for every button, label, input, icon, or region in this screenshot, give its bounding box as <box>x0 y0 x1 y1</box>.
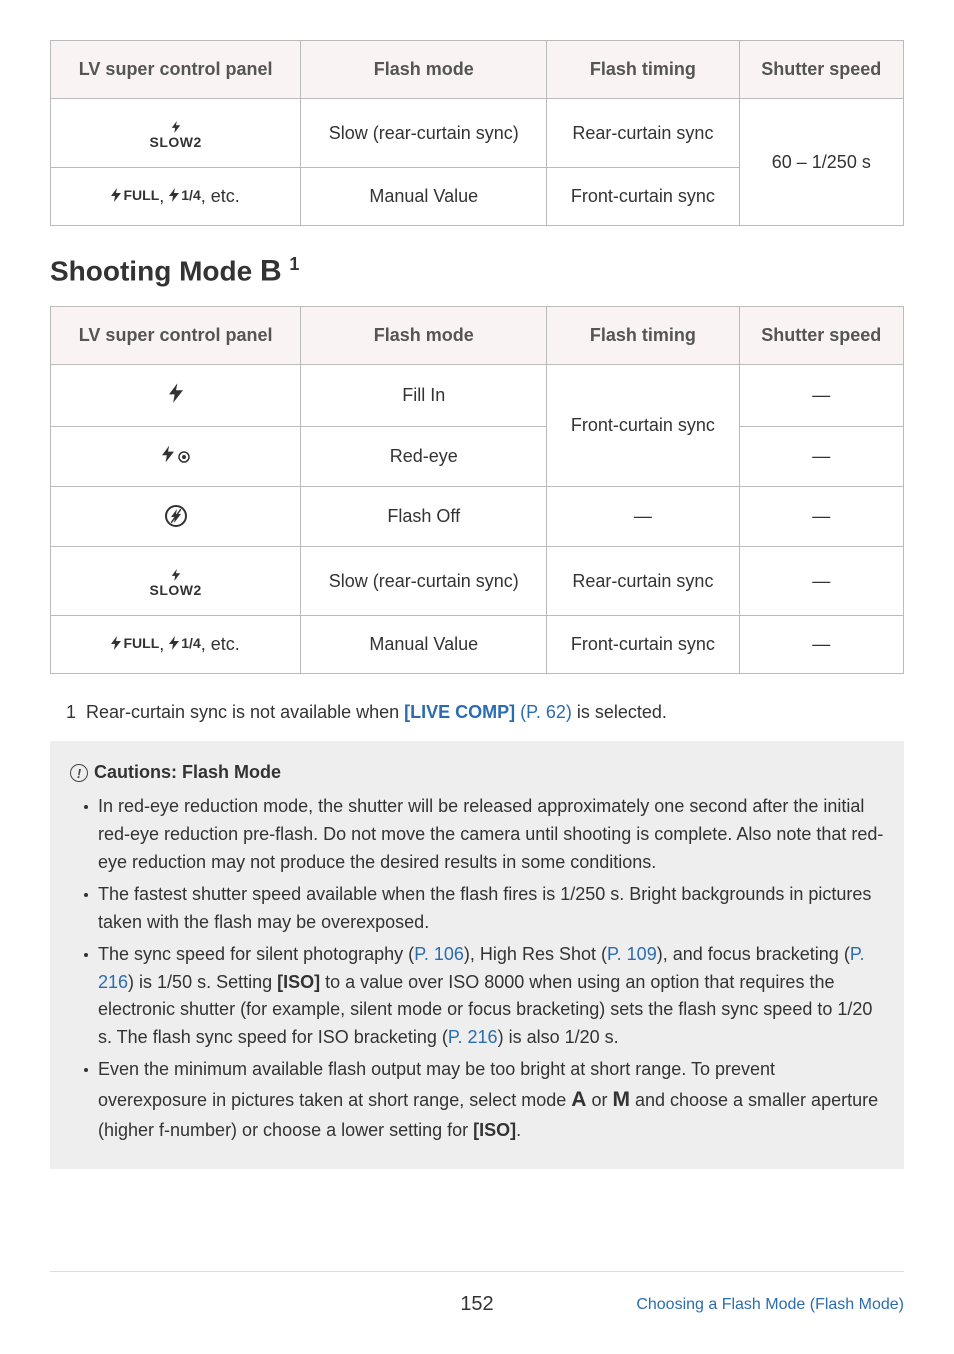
flash-table-1: LV super control panel Flash mode Flash … <box>50 40 904 226</box>
slow2-icon: SLOW2 <box>149 569 201 597</box>
mode-letter: B <box>260 254 282 287</box>
caution-item: Even the minimum available flash output … <box>84 1056 884 1144</box>
flash-timing-cell: Front-curtain sync <box>547 365 739 487</box>
col-header: Flash mode <box>301 307 547 365</box>
table-row: SLOW2 Slow (rear-curtain sync) Rear-curt… <box>51 547 904 616</box>
footnote-ref: 1 <box>289 254 299 274</box>
flash-mode-cell: Slow (rear-curtain sync) <box>301 99 547 168</box>
shutter-speed-cell: — <box>739 365 903 427</box>
iso-label: [ISO] <box>473 1120 516 1140</box>
col-header: Shutter speed <box>739 307 903 365</box>
bolt-quarter-icon: 1/4 <box>169 187 200 203</box>
flash-mode-cell: Flash Off <box>301 487 547 547</box>
redeye-icon <box>162 445 190 463</box>
panel-icon-cell <box>51 365 301 427</box>
panel-icon-cell: SLOW2 <box>51 547 301 616</box>
table-row: SLOW2 Slow (rear-curtain sync) Rear-curt… <box>51 99 904 168</box>
section-heading: Shooting Mode B 1 <box>50 254 904 288</box>
bolt-full-icon: FULL <box>111 635 159 651</box>
flash-mode-cell: Manual Value <box>301 168 547 226</box>
mode-m: M <box>612 1088 630 1111</box>
etc-text: , etc. <box>201 634 240 654</box>
bolt-full-icon: FULL <box>111 187 159 203</box>
iso-label: [ISO] <box>277 972 320 992</box>
table-row: Fill In Front-curtain sync — <box>51 365 904 427</box>
panel-icon-cell: FULL , 1/4 , etc. <box>51 168 301 226</box>
footnote-text: Rear-curtain sync is not available when … <box>86 702 667 723</box>
table-header-row: LV super control panel Flash mode Flash … <box>51 41 904 99</box>
flash-mode-cell: Manual Value <box>301 616 547 674</box>
bolt-icon <box>169 387 183 407</box>
panel-icon-cell <box>51 487 301 547</box>
col-header: Shutter speed <box>739 41 903 99</box>
cautions-box: ! Cautions: Flash Mode In red-eye reduct… <box>50 741 904 1168</box>
caution-item: The fastest shutter speed available when… <box>84 881 884 937</box>
footer-divider <box>50 1271 904 1272</box>
flash-off-icon <box>165 505 187 527</box>
shutter-speed-cell: — <box>739 547 903 616</box>
panel-icon-cell: FULL , 1/4 , etc. <box>51 616 301 674</box>
live-comp-page-link[interactable]: (P. 62) <box>515 702 572 722</box>
shutter-speed-cell: — <box>739 487 903 547</box>
footnotes: 1 Rear-curtain sync is not available whe… <box>50 702 904 723</box>
shutter-speed-cell: — <box>739 616 903 674</box>
flash-timing-cell: Front-curtain sync <box>547 616 739 674</box>
table-row: FULL , 1/4 , etc. Manual Value Front-cur… <box>51 616 904 674</box>
col-header: Flash timing <box>547 41 739 99</box>
cautions-title: ! Cautions: Flash Mode <box>70 759 884 787</box>
page-footer: 152 Choosing a Flash Mode (Flash Mode) <box>0 1293 954 1316</box>
footer-section-link[interactable]: Choosing a Flash Mode (Flash Mode) <box>636 1296 904 1314</box>
caution-item: In red-eye reduction mode, the shutter w… <box>84 793 884 877</box>
table-row: Flash Off — — <box>51 487 904 547</box>
live-comp-link[interactable]: [LIVE COMP] <box>404 702 515 722</box>
panel-icon-cell <box>51 427 301 487</box>
flash-timing-cell: Front-curtain sync <box>547 168 739 226</box>
shutter-speed-cell: 60 – 1/250 s <box>739 99 903 226</box>
flash-timing-cell: Rear-curtain sync <box>547 99 739 168</box>
caution-item: The sync speed for silent photography (P… <box>84 941 884 1053</box>
flash-timing-cell: Rear-curtain sync <box>547 547 739 616</box>
col-header: LV super control panel <box>51 41 301 99</box>
page-link[interactable]: P. 216 <box>448 1027 498 1047</box>
info-icon: ! <box>70 764 88 782</box>
flash-mode-cell: Red-eye <box>301 427 547 487</box>
flash-table-2: LV super control panel Flash mode Flash … <box>50 306 904 674</box>
slow2-icon: SLOW2 <box>149 121 201 149</box>
shutter-speed-cell: — <box>739 427 903 487</box>
mode-a: A <box>571 1088 586 1111</box>
col-header: Flash mode <box>301 41 547 99</box>
flash-mode-cell: Slow (rear-curtain sync) <box>301 547 547 616</box>
footnote-number: 1 <box>58 702 76 723</box>
col-header: LV super control panel <box>51 307 301 365</box>
flash-timing-cell: — <box>547 487 739 547</box>
panel-icon-cell: SLOW2 <box>51 99 301 168</box>
table-header-row: LV super control panel Flash mode Flash … <box>51 307 904 365</box>
page-link[interactable]: P. 109 <box>607 944 657 964</box>
bolt-quarter-icon: 1/4 <box>169 635 200 651</box>
page-number: 152 <box>460 1293 493 1316</box>
etc-text: , etc. <box>201 186 240 206</box>
flash-mode-cell: Fill In <box>301 365 547 427</box>
page-link[interactable]: P. 106 <box>414 944 464 964</box>
col-header: Flash timing <box>547 307 739 365</box>
table-row: Red-eye — <box>51 427 904 487</box>
